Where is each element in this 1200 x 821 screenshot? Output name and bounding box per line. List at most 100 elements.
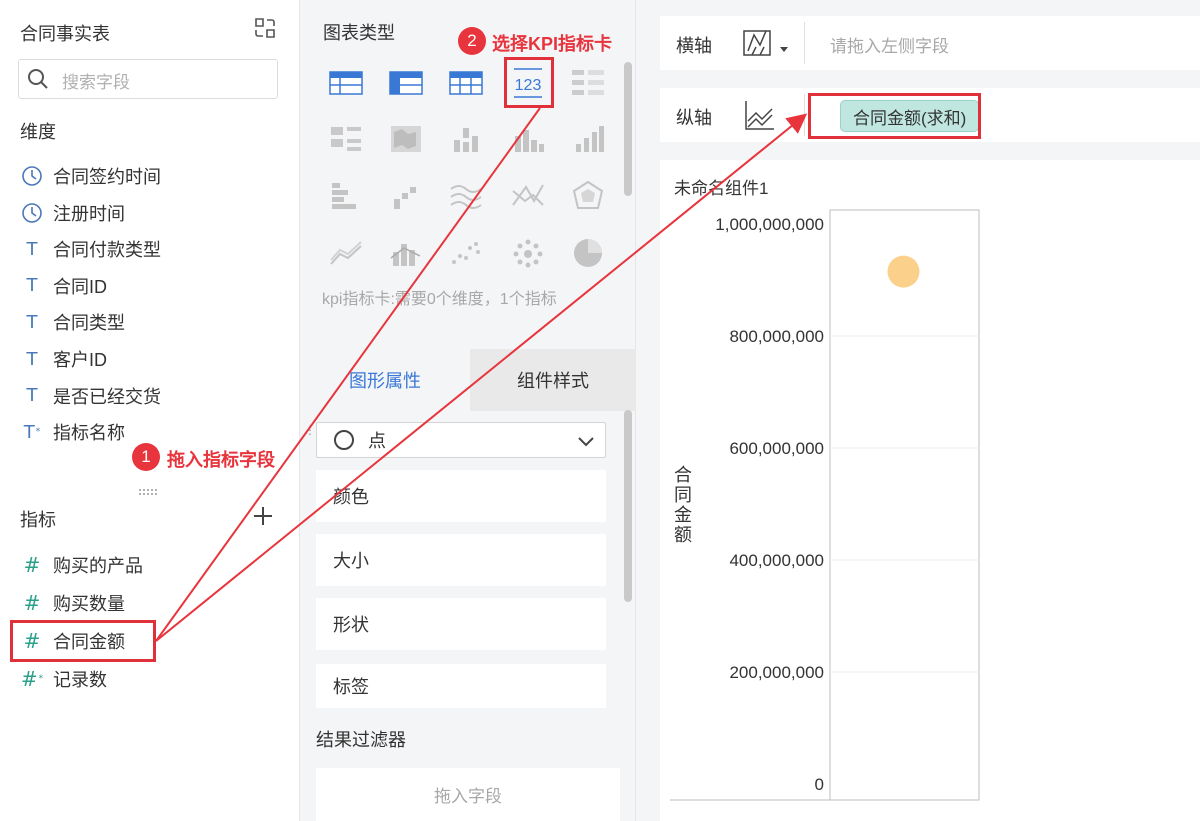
clock-icon xyxy=(20,164,44,188)
chart-type-multi-kpi[interactable] xyxy=(560,58,616,108)
chart-type-boxplot[interactable] xyxy=(438,114,494,164)
chart-type-map[interactable] xyxy=(378,114,434,164)
y-axis-label: 纵轴 xyxy=(676,108,712,128)
dimension-field[interactable]: T 是否已经交货 xyxy=(20,382,290,410)
tab-component-style[interactable]: 组件样式 xyxy=(470,349,636,411)
chart-type-cross-line[interactable] xyxy=(500,171,556,221)
mark-type-value: 点 xyxy=(368,431,386,451)
property-tabs: 图形属性 组件样式 xyxy=(300,349,636,411)
y-tick-label: 0 xyxy=(815,775,824,794)
dimension-field-label: 是否已经交货 xyxy=(53,386,161,407)
chart-type-grouped-table[interactable] xyxy=(318,114,374,164)
dimension-field[interactable]: T 合同ID xyxy=(20,272,290,300)
tab-graph-properties[interactable]: 图形属性 xyxy=(300,349,470,411)
dimension-field-label: 指标名称 xyxy=(53,423,125,444)
y-tick-label: 600,000,000 xyxy=(729,439,824,458)
clock-icon xyxy=(20,201,44,225)
number-type-icon: # xyxy=(23,553,41,577)
chart-type-radar[interactable] xyxy=(560,171,616,221)
chevron-down-icon xyxy=(578,437,594,447)
y-tick-label: 1,000,000,000 xyxy=(715,215,824,234)
field-panel: 合同事实表 搜索字段 维度 合同签约时间 注册时间 T 合同付款类型 T 合同ID T 合同类… xyxy=(0,0,300,821)
result-filter-dropzone[interactable]: 拖入字段 xyxy=(316,768,620,821)
prop-size[interactable]: 大小 xyxy=(316,534,606,586)
metric-highlight-box xyxy=(10,620,156,662)
field-search-input[interactable]: 搜索字段 xyxy=(18,59,278,99)
metric-field[interactable]: # 购买数量 xyxy=(20,589,290,617)
number-calc-type-icon: # * xyxy=(20,667,44,691)
mark-type-select[interactable]: 点 xyxy=(316,422,606,458)
chart-type-label: 图表类型 xyxy=(323,23,395,43)
y-tick-label: 200,000,000 xyxy=(729,663,824,682)
chart-type-table[interactable] xyxy=(318,58,374,108)
metric-field-label: 购买的产品 xyxy=(53,556,143,576)
dimension-field[interactable]: 合同签约时间 xyxy=(20,162,290,190)
dimension-field-label: 客户ID xyxy=(53,350,107,370)
chart-config-panel: 图表类型 123 kpi指标卡:需要0个维度，1个指标 图形属性 组件样式 ⋮⋮… xyxy=(300,0,636,821)
dimension-field[interactable]: T 合同付款类型 xyxy=(20,235,290,263)
y-tick-label: 800,000,000 xyxy=(729,327,824,346)
dimension-field[interactable]: T 客户ID xyxy=(20,345,290,373)
x-axis-shelf[interactable]: 横轴 请拖入左侧字段 xyxy=(660,16,1200,70)
y-tick-label: 400,000,000 xyxy=(729,551,824,570)
chart-type-scrollbar[interactable] xyxy=(624,62,632,196)
chart-type-bubble[interactable] xyxy=(500,228,556,278)
y-axis-separator xyxy=(804,94,805,136)
x-axis-label: 横轴 xyxy=(676,36,712,56)
switch-table-icon[interactable] xyxy=(253,16,277,40)
point-shape-icon xyxy=(334,430,354,450)
prop-shape[interactable]: 形状 xyxy=(316,598,606,650)
prop-color[interactable]: 颜色 xyxy=(316,470,606,522)
chart-type-bar[interactable] xyxy=(560,114,616,164)
metric-field[interactable]: # 购买的产品 xyxy=(20,551,290,579)
number-type-icon: # xyxy=(23,591,41,615)
scatter-chart: 1,000,000,000 800,000,000 600,000,000 400,0… xyxy=(670,208,980,802)
dimension-field[interactable]: T 合同类型 xyxy=(20,308,290,336)
text-type-icon: T xyxy=(26,275,38,297)
dimension-field-label: 合同签约时间 xyxy=(53,167,161,187)
metric-section-label: 指标 xyxy=(20,510,56,530)
dimension-field[interactable]: 注册时间 xyxy=(20,199,290,227)
step2-badge: 2 xyxy=(458,27,486,55)
chart-type-crosstab[interactable] xyxy=(378,58,434,108)
step2-annotation: 选择KPI指标卡 xyxy=(492,34,613,54)
dimension-field-label: 合同类型 xyxy=(53,313,125,334)
dimension-section-label: 维度 xyxy=(20,122,56,142)
x-axis-separator xyxy=(804,22,805,64)
text-type-icon: T xyxy=(26,238,38,260)
text-type-icon: T xyxy=(26,311,38,333)
property-scrollbar[interactable] xyxy=(624,410,632,602)
chart-type-scatter[interactable] xyxy=(438,228,494,278)
chart-type-area[interactable] xyxy=(318,228,374,278)
chart-type-waterfall[interactable] xyxy=(378,171,434,221)
metric-field[interactable]: # * 记录数 xyxy=(20,665,290,693)
x-axis-type-icon[interactable] xyxy=(742,27,792,61)
chart-type-detail-table[interactable] xyxy=(438,58,494,108)
plot-frame xyxy=(829,209,980,801)
result-filter-label: 结果过滤器 xyxy=(316,730,406,750)
text-type-icon: T xyxy=(26,348,38,370)
chart-type-combo[interactable] xyxy=(378,228,434,278)
add-metric-icon[interactable] xyxy=(252,505,274,527)
dimension-field-label: 合同ID xyxy=(53,276,107,297)
chart-type-horizontal-bar[interactable] xyxy=(318,171,374,221)
text-calc-type-icon: T * xyxy=(23,421,41,443)
step1-annotation: 拖入指标字段 xyxy=(167,450,275,470)
kpi-highlight-box xyxy=(504,57,554,108)
dimension-field[interactable]: T * 指标名称 xyxy=(20,418,290,446)
prop-label[interactable]: 标签 xyxy=(316,664,606,708)
chart-widget[interactable]: 未命名组件1 1,000,000,000 800,000,000 600,000,0… xyxy=(660,160,1200,821)
step1-badge: 1 xyxy=(132,443,160,471)
chart-type-stacked-bar[interactable] xyxy=(500,114,556,164)
data-point[interactable] xyxy=(887,255,920,288)
chart-type-line[interactable] xyxy=(438,171,494,221)
search-icon xyxy=(28,69,48,89)
y-field-highlight-box xyxy=(808,93,981,139)
y-axis-type-icon[interactable] xyxy=(742,99,792,133)
widget-title: 未命名组件1 xyxy=(674,179,769,198)
x-axis-dropzone[interactable]: 请拖入左侧字段 xyxy=(830,32,949,57)
y-axis-title: 合同金额 xyxy=(674,465,692,545)
chart-type-pie[interactable] xyxy=(560,228,616,278)
panel-splitter-handle[interactable] xyxy=(138,488,158,496)
dimension-field-label: 合同付款类型 xyxy=(53,240,161,261)
